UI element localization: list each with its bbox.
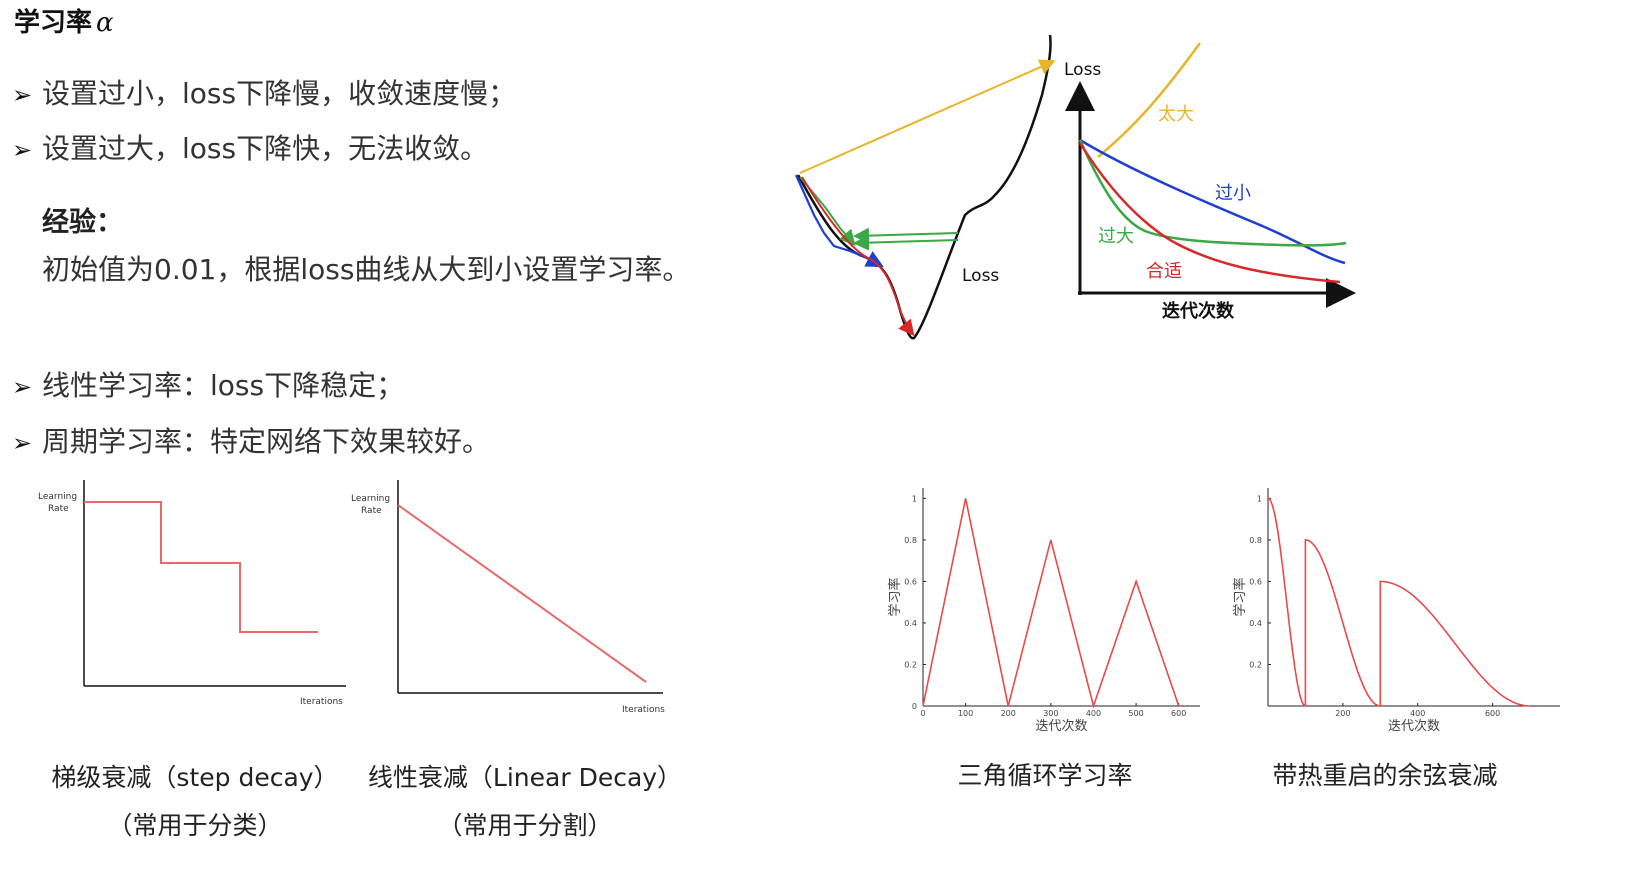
y-tick-label: 0.8 [904, 536, 917, 545]
loss-curves-diagram: Loss 迭代次数 太大 过小 过大 合适 [1064, 42, 1356, 322]
bullet-linear-lr: ➢ 线性学习率：loss下降稳定； [12, 364, 404, 404]
legend-suitable: 合适 [1146, 261, 1182, 282]
x-axis-label: 迭代次数 [1035, 718, 1087, 734]
x-tick-label: 600 [1485, 709, 1500, 718]
bullet-arrow-icon: ➢ [12, 136, 33, 164]
step-decay-line [84, 501, 318, 633]
landscape-loss-label: Loss [962, 266, 999, 286]
series-too-large [1097, 42, 1202, 158]
legend-overshoot: 过大 [1098, 226, 1134, 247]
bullet-arrow-icon: ➢ [12, 373, 33, 401]
bullet-text: 设置过小，loss下降慢，收敛速度慢； [42, 77, 517, 110]
x-axis-label: 迭代次数 [1162, 300, 1235, 322]
y-axis-label: Loss [1064, 60, 1101, 80]
y-tick-label: 0.8 [1249, 536, 1262, 545]
x-tick-label: 600 [1171, 709, 1186, 718]
cosine-restart-caption: 带热重启的余弦衰减 [1272, 761, 1498, 790]
step-decay-subcaption: （常用于分类） [107, 811, 283, 840]
x-tick-label: 0 [920, 709, 925, 718]
x-label: Iterations [622, 705, 665, 715]
y-axis-label: 学习率 [1232, 577, 1248, 616]
y-label-2: Rate [48, 504, 69, 514]
linear-decay-chart: Learning Rate Iterations [351, 480, 665, 715]
bullet-text: 线性学习率：loss下降稳定； [42, 369, 405, 402]
x-tick-label: 200 [1335, 709, 1350, 718]
x-tick-label: 200 [1001, 709, 1016, 718]
too-large-step-arrow [799, 59, 1056, 174]
step-decay-chart: Learning Rate Iterations [38, 480, 346, 707]
bullet-too-small: ➢ 设置过小，loss下降慢，收敛速度慢； [12, 72, 516, 112]
linear-decay-caption: 线性衰减（Linear Decay） [367, 763, 683, 792]
green-arrow-2 [853, 234, 959, 251]
bullet-arrow-icon: ➢ [12, 429, 33, 457]
x-tick-label: 500 [1128, 709, 1143, 718]
x-tick-label: 400 [1086, 709, 1101, 718]
linear-decay-subcaption: （常用于分割） [437, 811, 613, 840]
x-tick-label: 400 [1410, 709, 1425, 718]
y-label-1: Learning [351, 494, 390, 504]
y-tick-label: 1 [1257, 494, 1262, 503]
alpha-symbol: α [96, 8, 114, 38]
experience-heading: 经验： [42, 207, 123, 238]
x-label: Iterations [300, 697, 343, 707]
lr-series-line [922, 498, 1180, 709]
y-tick-label: 0.6 [1249, 577, 1262, 586]
bullet-arrow-icon: ➢ [12, 81, 33, 109]
x-tick-label: 100 [958, 709, 973, 718]
y-tick-label: 0.6 [904, 577, 917, 586]
x-axis-label: 迭代次数 [1388, 718, 1440, 734]
series-suitable [1078, 142, 1341, 284]
green-arrow-1 [853, 227, 959, 244]
y-label-1: Learning [38, 492, 77, 502]
experience-body: 初始值为0.01，根据loss曲线从大到小设置学习率。 [42, 253, 691, 286]
bullet-cyclic-lr: ➢ 周期学习率：特定网络下效果较好。 [12, 420, 490, 460]
cosine-restart-chart: 200 400 600 0.2 0.4 0.6 0.8 1 迭代次数 学习率 [1232, 488, 1560, 734]
step-decay-caption: 梯级衰减（step decay） [51, 763, 339, 792]
linear-decay-line [397, 504, 647, 683]
legend-too-large: 太大 [1158, 104, 1194, 125]
y-tick-label: 1 [912, 494, 917, 503]
bullet-text: 设置过大，loss下降快，无法收敛。 [42, 132, 489, 165]
title-text: 学习率 [14, 8, 93, 38]
y-label-2: Rate [361, 506, 382, 516]
lr-series-line [1267, 497, 1531, 707]
triangular-lr-caption: 三角循环学习率 [957, 761, 1133, 790]
legend-too-small: 过小 [1215, 183, 1251, 204]
y-axis-label: 学习率 [887, 577, 903, 616]
bullet-text: 周期学习率：特定网络下效果较好。 [42, 425, 491, 458]
triangular-lr-chart: 0 100 200 300 400 500 600 0 0.2 0.4 0.6 0.8 1 迭代次数 学习率 [887, 488, 1200, 734]
loss-landscape-diagram: Loss [794, 34, 1056, 340]
y-tick-label: 0.4 [904, 619, 917, 628]
y-tick-label: 0.2 [1249, 660, 1262, 669]
loss-curve [796, 34, 1052, 340]
x-tick-label: 300 [1043, 709, 1058, 718]
y-tick-label: 0.2 [904, 660, 917, 669]
y-tick-label: 0 [912, 702, 917, 711]
section-title: 学习率 α [14, 2, 114, 39]
y-tick-label: 0.4 [1249, 619, 1262, 628]
bullet-too-large: ➢ 设置过大，loss下降快，无法收敛。 [12, 127, 488, 167]
